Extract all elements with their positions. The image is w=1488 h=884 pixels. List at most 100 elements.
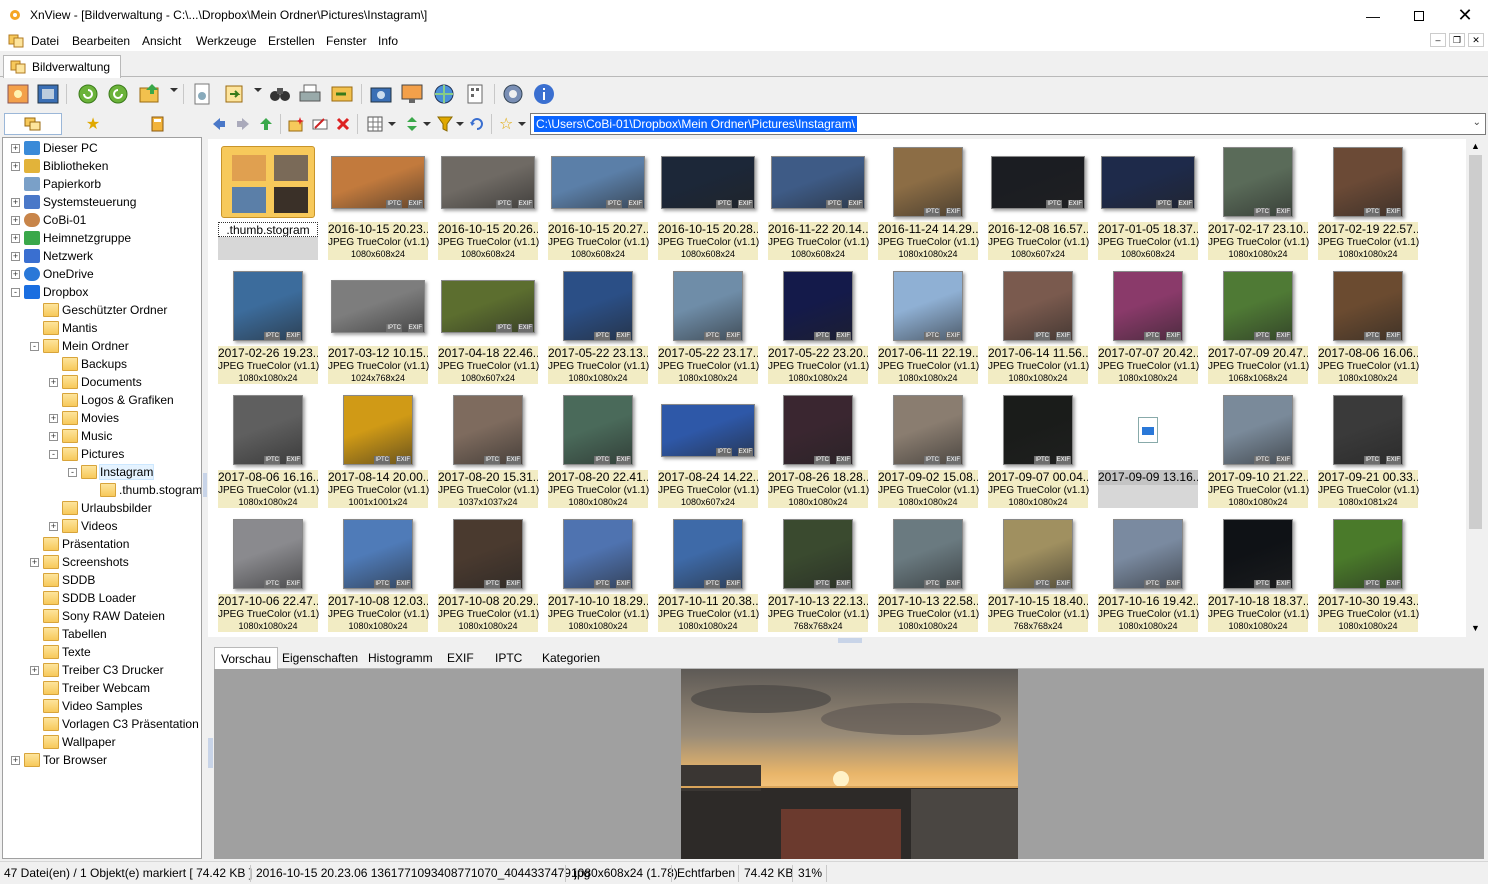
thumbnail-item[interactable]: IPTC EXIF 2017-09-07 00.04... JPEG TrueColo… [986,391,1090,509]
scroll-down-icon[interactable]: ▼ [1471,623,1480,633]
tree-item[interactable]: Geschützter Ordner [30,301,167,319]
thumbnail-item[interactable]: IPTC EXIF 2017-05-22 23.20... JPEG TrueColo… [766,267,870,385]
thumbnail-item[interactable]: IPTC EXIF 2017-09-10 21.22... JPEG TrueColo… [1206,391,1310,509]
thumbnail-item[interactable]: IPTC EXIF 2017-08-20 22.41... JPEG TrueColo… [546,391,650,509]
folder-item[interactable]: .thumb.stogram [216,143,320,261]
tree-item[interactable]: SDDB [30,571,95,589]
close-button[interactable]: ✕ [1442,0,1488,31]
tab-eigenschaften[interactable]: Eigenschaften [276,647,364,669]
filter-icon[interactable] [437,116,453,132]
menu-erstellen[interactable]: Erstellen [268,34,315,48]
menu-info[interactable]: Info [378,34,398,48]
tree-item[interactable]: Logos & Grafiken [49,391,174,409]
mdi-restore-button[interactable]: ❐ [1449,33,1465,47]
dropdown-arrow-icon[interactable] [518,122,526,126]
left-panel-collapse-handle[interactable] [203,473,207,497]
tree-item[interactable]: + Movies [49,409,119,427]
thumbnail-item[interactable]: IPTC EXIF 2016-11-22 20.14... JPEG TrueColo… [766,143,870,261]
expand-icon[interactable]: + [11,197,20,207]
tree-item[interactable]: Vorlagen C3 Präsentation [30,715,199,733]
thumbnail-item[interactable]: IPTC EXIF 2017-10-13 22.58... JPEG TrueColo… [876,515,980,633]
new-folder-icon[interactable] [288,116,304,132]
thumbnail-item[interactable]: IPTC EXIF 2017-08-06 16.16... JPEG TrueColo… [216,391,320,509]
tree-item[interactable]: + Treiber C3 Drucker [30,661,164,679]
collapse-icon[interactable]: - [68,467,77,477]
thumbnail-item[interactable]: IPTC EXIF 2017-09-21 00.33... JPEG TrueColo… [1316,391,1420,509]
settings-gear-icon[interactable] [501,82,525,106]
refresh-icon[interactable] [469,116,485,132]
mdi-minimize-button[interactable]: – [1430,33,1446,47]
thumbnail-item[interactable]: IPTC EXIF 2017-05-22 23.17... JPEG TrueColo… [656,267,760,385]
dropdown-arrow-icon[interactable] [388,122,396,126]
delete-icon[interactable] [335,116,351,132]
thumbnail-item[interactable]: IPTC EXIF 2017-08-14 20.00... JPEG TrueColo… [326,391,430,509]
categories-tab[interactable] [128,113,186,135]
expand-icon[interactable]: + [49,431,58,441]
minimize-button[interactable]: — [1350,0,1396,31]
tree-item[interactable]: + Music [49,427,112,445]
collapse-icon[interactable]: - [11,287,20,297]
thumbnail-item[interactable]: IPTC EXIF 2016-10-15 20.23... JPEG TrueColo… [326,143,430,261]
expand-icon[interactable]: + [30,665,39,675]
thumbnail-item[interactable]: IPTC EXIF 2016-11-24 14.29... JPEG TrueColo… [876,143,980,261]
tree-item[interactable]: Sony RAW Dateien [30,607,165,625]
rotate-right-icon[interactable] [106,82,130,106]
thumbnail-item[interactable]: IPTC EXIF 2017-03-12 10.15... JPEG TrueColo… [326,267,430,385]
search-binoculars-icon[interactable] [268,82,292,106]
tree-item[interactable]: Video Samples [30,697,143,715]
thumbnail-item[interactable]: IPTC EXIF 2017-10-06 22.47... JPEG TrueColo… [216,515,320,633]
tree-item[interactable]: Texte [30,643,91,661]
thumbnail-item[interactable]: IPTC EXIF 2017-06-14 11.56... JPEG TrueColo… [986,267,1090,385]
maximize-button[interactable] [1396,0,1442,31]
thumbnail-item[interactable]: IPTC EXIF 2017-04-18 22.46... JPEG TrueColo… [436,267,540,385]
collapse-icon[interactable]: - [30,341,39,351]
web-icon[interactable] [432,82,456,106]
wallpaper-icon[interactable] [400,82,424,106]
thumbnail-item[interactable]: IPTC EXIF 2017-08-24 14.22... JPEG TrueColo… [656,391,760,509]
tab-vorschau[interactable]: Vorschau [214,647,279,669]
mdi-close-button[interactable]: ✕ [1468,33,1484,47]
export-icon[interactable] [330,82,354,106]
expand-icon[interactable]: + [49,413,58,423]
expand-icon[interactable]: + [11,233,20,243]
thumbnail-item[interactable]: IPTC EXIF 2017-07-09 20.47... JPEG TrueColo… [1206,267,1310,385]
thumbnail-item[interactable]: IPTC EXIF 2017-09-02 15.08... JPEG TrueColo… [876,391,980,509]
expand-icon[interactable]: + [11,143,20,153]
tree-item[interactable]: + OneDrive [11,265,94,283]
fullscreen-view-icon[interactable] [6,82,30,106]
tree-item[interactable]: - Instagram [68,463,155,481]
thumbnail-item[interactable]: IPTC EXIF 2017-08-06 16.06... JPEG TrueColo… [1316,267,1420,385]
thumbnail-item[interactable]: IPTC EXIF 2016-10-15 20.28... JPEG TrueColo… [656,143,760,261]
menu-werkzeuge[interactable]: Werkzeuge [196,34,256,48]
thumbnail-item[interactable]: IPTC EXIF 2017-02-26 19.23... JPEG TrueColo… [216,267,320,385]
expand-icon[interactable]: + [11,755,20,765]
tree-item[interactable]: Tabellen [30,625,107,643]
tab-exif[interactable]: EXIF [441,647,480,669]
thumbnail-item[interactable]: IPTC EXIF 2017-10-18 18.37... JPEG TrueColo… [1206,515,1310,633]
dropdown-arrow-icon[interactable] [423,122,431,126]
folder-tree[interactable]: + Dieser PC + Bibliotheken Papierkorb + System… [2,137,202,859]
thumbnail-item[interactable]: IPTC EXIF 2017-10-15 18.40... JPEG TrueColo… [986,515,1090,633]
favorites-tab[interactable]: ★ [64,113,122,135]
tree-item[interactable]: + Netzwerk [11,247,93,265]
thumbnail-item[interactable]: IPTC EXIF 2017-02-17 23.10... JPEG TrueColo… [1206,143,1310,261]
thumbnail-item[interactable]: IPTC EXIF 2017-05-22 23.13... JPEG TrueColo… [546,267,650,385]
preview-collapse-handle[interactable] [208,738,213,768]
thumbnail-item[interactable]: IPTC EXIF 2017-08-26 18.28... JPEG TrueColo… [766,391,870,509]
back-arrow-icon[interactable] [211,116,227,132]
thumbnail-item[interactable]: IPTC EXIF 2017-08-20 15.31... JPEG TrueColo… [436,391,540,509]
menu-ansicht[interactable]: Ansicht [142,34,181,48]
tab-iptc[interactable]: IPTC [489,647,528,669]
scrollbar-thumb[interactable] [1469,155,1482,529]
path-input[interactable]: C:\Users\CoBi-01\Dropbox\Mein Ordner\Pic… [530,113,1486,135]
expand-icon[interactable]: + [11,215,20,225]
thumbnail-item[interactable]: IPTC EXIF 2017-10-10 18.29... JPEG TrueColo… [546,515,650,633]
tree-item[interactable]: + Systemsteuerung [11,193,136,211]
folders-tab[interactable] [4,113,62,135]
thumbnail-item[interactable]: IPTC EXIF 2017-10-11 20.38... JPEG TrueColo… [656,515,760,633]
expand-icon[interactable]: + [11,161,20,171]
thumbnail-item[interactable]: IPTC EXIF 2017-10-13 22.13... JPEG TrueColo… [766,515,870,633]
rotate-left-icon[interactable] [76,82,100,106]
thumbnail-item[interactable]: IPTC EXIF 2017-02-19 22.57... JPEG TrueColo… [1316,143,1420,261]
grid-scrollbar[interactable]: ▲ ▼ [1467,139,1484,637]
